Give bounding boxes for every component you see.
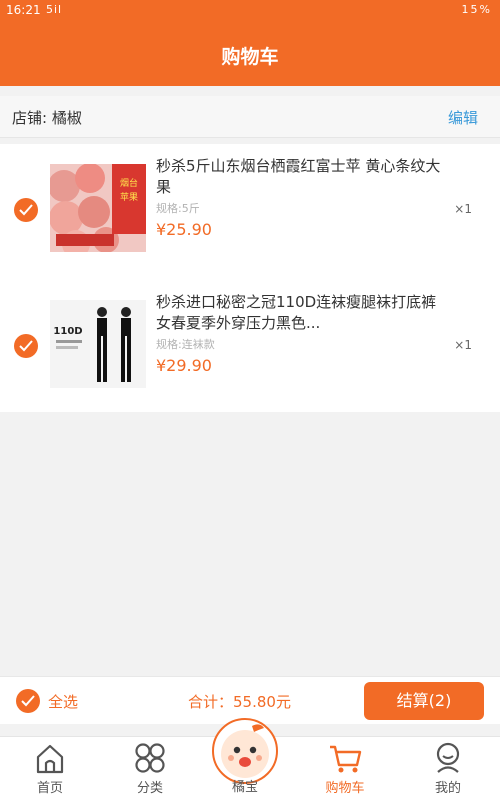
tab-cart[interactable]: 购物车	[305, 737, 385, 800]
checkmark-icon	[21, 695, 35, 707]
product-name[interactable]: 秒杀5斤山东烟台栖霞红富士苹 黄心条纹大果	[156, 156, 446, 198]
category-icon	[135, 743, 165, 773]
svg-text:110D: 110D	[53, 326, 82, 337]
tab-mascot[interactable]	[212, 718, 278, 784]
shop-bar: 店铺: 橘椒 编辑	[0, 96, 500, 138]
svg-text:烟台: 烟台	[120, 177, 138, 189]
product-thumbnail[interactable]: 110D	[50, 300, 146, 388]
app-header: 16:21 5il 15% 购物车	[0, 0, 500, 86]
tab-category[interactable]: 分类	[110, 737, 190, 800]
product-spec: 规格:5斤	[156, 202, 200, 215]
checkout-button[interactable]: 结算(2)	[364, 682, 484, 720]
signal-icon: 5il	[46, 3, 63, 16]
product-price: ¥29.90	[156, 356, 212, 375]
item-checkbox[interactable]	[14, 334, 38, 358]
apple-product-image: 烟台 苹果	[50, 164, 146, 252]
product-thumbnail[interactable]: 烟台 苹果	[50, 164, 146, 252]
checkmark-icon	[19, 204, 33, 216]
tab-profile[interactable]: 我的	[408, 737, 488, 800]
product-price: ¥25.90	[156, 220, 212, 239]
cart-icon	[330, 745, 362, 773]
total-price: 合计：55.80元	[188, 693, 291, 711]
profile-icon	[436, 742, 460, 773]
tab-category-label: 分类	[136, 781, 163, 796]
select-all-label[interactable]: 全选	[48, 691, 78, 712]
checkmark-icon	[19, 340, 33, 352]
battery-icon: 15%	[461, 3, 492, 16]
tab-cart-label: 购物车	[325, 781, 365, 796]
tab-profile-label: 我的	[434, 781, 461, 796]
home-icon	[36, 744, 64, 774]
edit-button[interactable]: 编辑	[448, 107, 478, 128]
product-quantity: ×1	[454, 338, 472, 352]
product-name[interactable]: 秒杀进口秘密之冠110D连袜瘦腿袜打底裤女春夏季外穿压力黑色...	[156, 292, 446, 334]
item-checkbox[interactable]	[14, 198, 38, 222]
tights-product-image: 110D	[50, 300, 146, 388]
product-quantity: ×1	[454, 202, 472, 216]
status-time: 16:21	[6, 3, 41, 17]
tab-home[interactable]: 首页	[10, 737, 90, 800]
svg-text:苹果: 苹果	[120, 191, 138, 203]
select-all-checkbox[interactable]	[16, 689, 40, 713]
mascot-icon	[221, 724, 269, 778]
page-title: 购物车	[221, 46, 279, 68]
product-spec: 规格:连袜款	[156, 338, 215, 351]
tab-mascot-label: 橘宝	[231, 780, 258, 795]
cart-list: 烟台 苹果 秒杀5斤山东烟台栖霞红富士苹 黄心条纹大果 规格:5斤 ¥25.90…	[0, 144, 500, 412]
status-bar: 16:21 5il 15%	[0, 0, 500, 24]
cart-item[interactable]: 110D 秒杀进口秘密之冠110D连袜瘦腿袜打底裤女春夏季外穿压力黑色... 规…	[0, 280, 500, 410]
shop-name: 店铺: 橘椒	[12, 109, 82, 127]
checkout-bar: 全选 合计：55.80元 结算(2)	[0, 676, 500, 724]
tab-home-label: 首页	[36, 781, 63, 796]
cart-item[interactable]: 烟台 苹果 秒杀5斤山东烟台栖霞红富士苹 黄心条纹大果 规格:5斤 ¥25.90…	[0, 144, 500, 274]
